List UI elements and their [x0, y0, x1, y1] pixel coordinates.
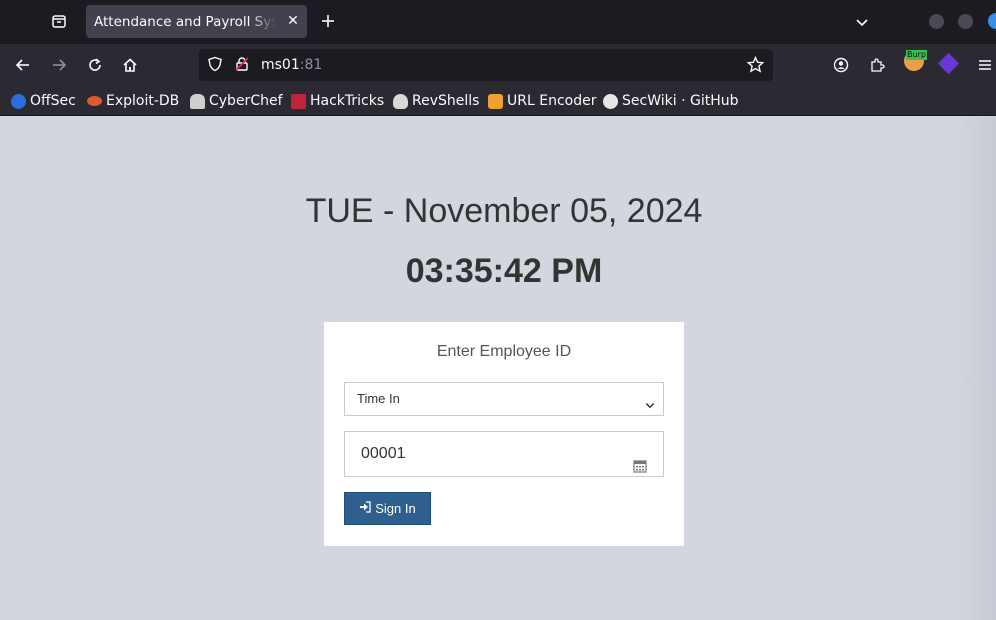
firefox-view-icon[interactable] — [48, 10, 70, 32]
bookmark-url-encoder[interactable]: URL Encoder — [488, 92, 596, 110]
menu-icon[interactable] — [974, 54, 996, 76]
maximize-button[interactable] — [958, 14, 973, 29]
page-content: TUE - November 05, 2024 03:35:42 PM Ente… — [0, 117, 996, 620]
hacktricks-icon — [291, 93, 306, 109]
skull-icon — [393, 93, 408, 109]
close-icon[interactable]: ✕ — [285, 13, 301, 29]
shield-icon[interactable] — [207, 56, 225, 74]
account-icon[interactable] — [830, 54, 852, 76]
sign-in-icon — [359, 501, 371, 516]
forward-icon[interactable] — [48, 54, 70, 76]
chevron-down-icon — [644, 391, 658, 409]
bookmark-secwiki[interactable]: SecWiki · GitHub — [603, 92, 738, 110]
employee-id-input[interactable]: 00001 — [344, 431, 664, 477]
current-time: 03:35:42 PM — [405, 252, 603, 290]
bookmark-label: HackTricks — [310, 93, 385, 109]
url-port: :81 — [299, 57, 323, 73]
bookmark-label: URL Encoder — [507, 93, 597, 109]
exploit-db-icon — [87, 96, 102, 106]
minimize-button[interactable] — [929, 14, 944, 29]
bookmark-hacktricks[interactable]: HackTricks — [291, 92, 384, 110]
bookmark-revshells[interactable]: RevShells — [393, 92, 479, 110]
tab-title: Attendance and Payroll System — [94, 13, 276, 30]
offsec-icon — [11, 93, 26, 109]
github-icon — [603, 93, 618, 109]
bookmark-exploit-db[interactable]: Exploit-DB — [87, 92, 179, 110]
extension-purple-icon[interactable] — [937, 52, 960, 75]
calendar-icon — [633, 447, 647, 473]
form-title: Enter Employee ID — [436, 343, 572, 360]
bookmarks-toolbar: OffSec Exploit-DB CyberChef HackTricks R… — [0, 86, 996, 116]
bookmark-label: Exploit-DB — [106, 93, 180, 109]
tab-strip: Attendance and Payroll System ✕ — [0, 0, 996, 44]
new-tab-icon[interactable] — [318, 11, 338, 31]
url-text: ms01:81 — [261, 57, 322, 73]
current-date: TUE - November 05, 2024 — [305, 192, 703, 230]
page-edge-shade — [956, 117, 996, 620]
navigation-bar: ms01:81 Burp — [0, 44, 996, 86]
window-close-button[interactable] — [988, 13, 996, 29]
insecure-lock-icon[interactable] — [234, 56, 252, 74]
bookmark-cyberchef[interactable]: CyberChef — [190, 92, 283, 110]
home-icon[interactable] — [119, 54, 141, 76]
chevron-down-icon[interactable] — [852, 12, 872, 32]
bookmark-label: RevShells — [412, 93, 480, 109]
sign-in-button[interactable]: Sign In — [344, 492, 431, 525]
bookmark-label: CyberChef — [209, 93, 283, 109]
back-icon[interactable] — [12, 54, 34, 76]
bookmark-offsec[interactable]: OffSec — [11, 92, 76, 110]
attendance-type-select[interactable]: Time In — [344, 382, 664, 416]
select-value: Time In — [357, 391, 400, 406]
attendance-form: Enter Employee ID Time In 00001 Sign In — [324, 322, 684, 546]
bookmark-label: SecWiki · GitHub — [622, 93, 739, 109]
url-host: ms01 — [261, 57, 300, 73]
burp-badge: Burp — [906, 50, 927, 60]
sign-in-label: Sign In — [375, 501, 416, 516]
cyberchef-icon — [190, 93, 205, 109]
url-encoder-icon — [488, 93, 503, 109]
star-icon[interactable] — [746, 55, 765, 74]
employee-id-value: 00001 — [361, 445, 406, 462]
tab-active[interactable]: Attendance and Payroll System ✕ — [86, 5, 307, 38]
bookmark-label: OffSec — [30, 93, 76, 109]
extensions-icon[interactable] — [866, 54, 888, 76]
url-bar[interactable]: ms01:81 — [199, 49, 773, 81]
reload-icon[interactable] — [84, 54, 106, 76]
